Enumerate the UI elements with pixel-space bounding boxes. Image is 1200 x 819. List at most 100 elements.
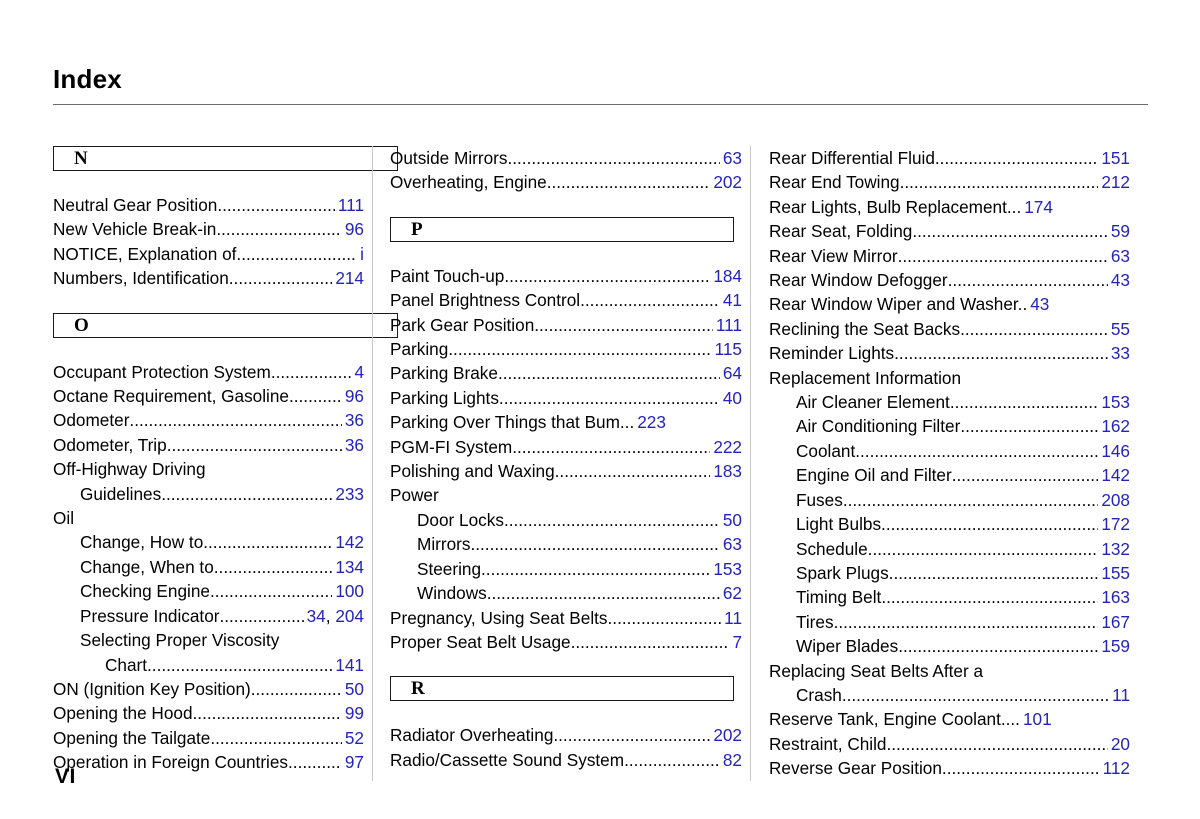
index-entry-page-number[interactable]: 132 bbox=[1098, 537, 1130, 561]
index-entry[interactable]: Power bbox=[390, 483, 742, 507]
index-entry-page-number[interactable]: 202 bbox=[710, 170, 742, 194]
index-entry[interactable]: Selecting Proper Viscosity bbox=[53, 628, 364, 652]
index-entry-page-number[interactable]: 141 bbox=[332, 653, 364, 677]
index-entry-page-number[interactable]: 63 bbox=[1108, 244, 1130, 268]
index-entry-page-number[interactable]: 111 bbox=[335, 193, 364, 217]
index-entry[interactable]: Radiator Overheating....................… bbox=[390, 723, 742, 747]
index-entry-page-number[interactable]: 214 bbox=[332, 266, 364, 290]
index-entry-page-number[interactable]: 153 bbox=[1098, 390, 1130, 414]
index-entry[interactable]: Panel Brightness Control................… bbox=[390, 288, 742, 312]
index-entry[interactable]: Radio/Cassette Sound System.............… bbox=[390, 748, 742, 772]
index-entry-page-number[interactable]: 41 bbox=[720, 288, 742, 312]
index-entry[interactable]: Off-Highway Driving bbox=[53, 457, 364, 481]
index-entry[interactable]: Rear Lights, Bulb Replacement... 174 bbox=[769, 195, 1130, 219]
index-entry-page-number[interactable]: 167 bbox=[1098, 610, 1130, 634]
index-entry-page-number[interactable]: 153 bbox=[710, 557, 742, 581]
index-entry[interactable]: Parking Lights..........................… bbox=[390, 386, 742, 410]
index-entry[interactable]: Pregnancy, Using Seat Belts.............… bbox=[390, 606, 742, 630]
index-entry-page-number[interactable]: 146 bbox=[1098, 439, 1130, 463]
index-entry[interactable]: Restraint, Child........................… bbox=[769, 732, 1130, 756]
index-entry[interactable]: NOTICE, Explanation of..................… bbox=[53, 242, 364, 266]
index-entry[interactable]: Neutral Gear Position...................… bbox=[53, 193, 364, 217]
index-entry-page-number[interactable]: 162 bbox=[1098, 414, 1130, 438]
index-entry-page-number[interactable]: i bbox=[357, 242, 364, 266]
index-entry[interactable]: Opening the Hood .......................… bbox=[53, 701, 364, 725]
index-entry-page-number[interactable]: 20 bbox=[1108, 732, 1130, 756]
index-entry[interactable]: Door Locks..............................… bbox=[390, 508, 742, 532]
index-entry[interactable]: Crash...................................… bbox=[769, 683, 1130, 707]
index-entry[interactable]: Spark Plugs.............................… bbox=[769, 561, 1130, 585]
index-entry[interactable]: Replacing Seat Belts After a bbox=[769, 659, 1130, 683]
index-entry[interactable]: Parking Brake...........................… bbox=[390, 361, 742, 385]
index-entry-page-number[interactable]: 97 bbox=[342, 750, 364, 774]
index-entry-page-number[interactable]: 142 bbox=[1098, 463, 1130, 487]
index-entry-page-number[interactable]: 101 bbox=[1020, 707, 1052, 731]
index-entry[interactable]: Steering................................… bbox=[390, 557, 742, 581]
index-entry[interactable]: Paint Touch-up..........................… bbox=[390, 264, 742, 288]
index-entry[interactable]: Rear Window Defogger....................… bbox=[769, 268, 1130, 292]
index-entry[interactable]: Overheating, Engine.....................… bbox=[390, 170, 742, 194]
index-entry-page-number[interactable]: 100 bbox=[332, 579, 364, 603]
index-entry[interactable]: Engine Oil and Filter...................… bbox=[769, 463, 1130, 487]
index-entry-page-number[interactable]: 223 bbox=[634, 410, 666, 434]
index-entry-page-number[interactable]: 64 bbox=[720, 361, 742, 385]
index-entry[interactable]: Parking Over Things that Bum... 223 bbox=[390, 410, 742, 434]
index-entry[interactable]: Schedule................................… bbox=[769, 537, 1130, 561]
index-entry[interactable]: Odometer, Trip..........................… bbox=[53, 433, 364, 457]
index-entry-page-number[interactable]: 62 bbox=[720, 581, 742, 605]
index-entry-page-number[interactable]: 63 bbox=[720, 532, 742, 556]
index-entry-page-number[interactable]: 4 bbox=[351, 360, 364, 384]
index-entry-page-number[interactable]: 96 bbox=[342, 217, 364, 241]
index-entry[interactable]: Octane Requirement, Gasoline............… bbox=[53, 384, 364, 408]
index-entry[interactable]: Air Cleaner Element.....................… bbox=[769, 390, 1130, 414]
index-entry[interactable]: New Vehicle Break-in ...................… bbox=[53, 217, 364, 241]
index-entry[interactable]: Opening the Tailgate....................… bbox=[53, 726, 364, 750]
index-entry-page-number[interactable]: 208 bbox=[1098, 488, 1130, 512]
index-entry[interactable]: Windows.................................… bbox=[390, 581, 742, 605]
index-entry-page-number[interactable]: 163 bbox=[1098, 585, 1130, 609]
index-entry-page-number[interactable]: 52 bbox=[342, 726, 364, 750]
index-entry-page-number[interactable]: 7 bbox=[729, 630, 742, 654]
index-entry[interactable]: Change, How to..........................… bbox=[53, 530, 364, 554]
index-entry[interactable]: Rear Seat, Folding......................… bbox=[769, 219, 1130, 243]
index-entry[interactable]: Fuses...................................… bbox=[769, 488, 1130, 512]
index-entry-page-number[interactable]: 59 bbox=[1108, 219, 1130, 243]
index-entry[interactable]: Coolant.................................… bbox=[769, 439, 1130, 463]
index-entry-page-number[interactable]: 155 bbox=[1098, 561, 1130, 585]
index-entry-page-number[interactable]: 111 bbox=[713, 313, 742, 337]
index-entry[interactable]: Reserve Tank, Engine Coolant.... 101 bbox=[769, 707, 1130, 731]
index-entry-page-number[interactable]: 33 bbox=[1108, 341, 1130, 365]
index-entry-page-number[interactable]: 36 bbox=[342, 408, 364, 432]
index-entry[interactable]: ON (Ignition Key Position)..............… bbox=[53, 677, 364, 701]
index-entry[interactable]: Reminder Lights.........................… bbox=[769, 341, 1130, 365]
index-entry[interactable]: Air Conditioning Filter.................… bbox=[769, 414, 1130, 438]
index-entry-page-number[interactable]: 34, 204 bbox=[304, 604, 364, 628]
index-entry-page-number[interactable]: 212 bbox=[1098, 170, 1130, 194]
index-entry-page-number[interactable]: 172 bbox=[1098, 512, 1130, 536]
index-entry-page-number[interactable]: 151 bbox=[1098, 146, 1130, 170]
index-entry[interactable]: Wiper Blades............................… bbox=[769, 634, 1130, 658]
index-entry-page-number[interactable]: 96 bbox=[342, 384, 364, 408]
index-entry-page-number[interactable]: 63 bbox=[720, 146, 742, 170]
index-entry[interactable]: Outside Mirrors.........................… bbox=[390, 146, 742, 170]
index-entry[interactable]: Rear View Mirror........................… bbox=[769, 244, 1130, 268]
index-entry[interactable]: Odometer................................… bbox=[53, 408, 364, 432]
index-entry[interactable]: Proper Seat Belt Usage..................… bbox=[390, 630, 742, 654]
index-entry[interactable]: Pressure Indicator......................… bbox=[53, 604, 364, 628]
index-entry[interactable]: Polishing and Waxing....................… bbox=[390, 459, 742, 483]
index-entry-page-number[interactable]: 50 bbox=[342, 677, 364, 701]
index-entry-page-number[interactable]: 50 bbox=[720, 508, 742, 532]
index-entry[interactable]: Change, When to.........................… bbox=[53, 555, 364, 579]
index-entry[interactable]: Rear Window Wiper and Washer.. 43 bbox=[769, 292, 1130, 316]
index-entry-page-number[interactable]: 202 bbox=[710, 723, 742, 747]
index-entry-page-number[interactable]: 184 bbox=[710, 264, 742, 288]
index-entry-page-number[interactable]: 99 bbox=[342, 701, 364, 725]
index-entry-page-number[interactable]: 36 bbox=[342, 433, 364, 457]
index-entry[interactable]: Chart...................................… bbox=[53, 653, 364, 677]
index-entry-page-number[interactable]: 233 bbox=[332, 482, 364, 506]
index-entry-page-number[interactable]: 43 bbox=[1108, 268, 1130, 292]
index-entry[interactable]: Guidelines..............................… bbox=[53, 482, 364, 506]
index-entry[interactable]: PGM-FI System...........................… bbox=[390, 435, 742, 459]
index-entry-page-number[interactable]: 11 bbox=[721, 606, 742, 630]
index-entry[interactable]: Replacement Information bbox=[769, 366, 1130, 390]
